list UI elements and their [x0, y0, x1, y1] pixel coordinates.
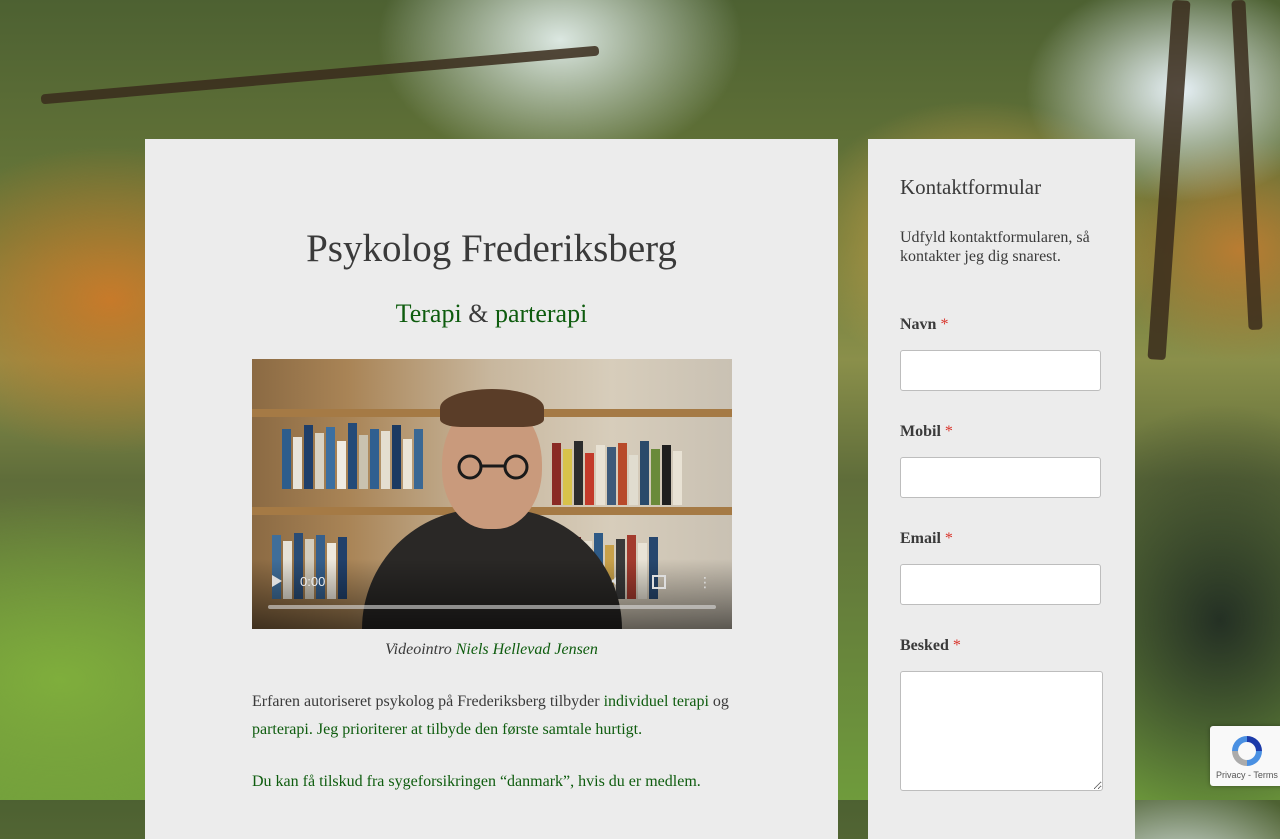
tagline-separator: & [461, 299, 495, 328]
background-tree-branch [40, 45, 600, 105]
name-field[interactable] [900, 350, 1101, 391]
intro-text: Erfaren autoriseret psykolog på Frederik… [252, 693, 604, 710]
fullscreen-icon[interactable] [652, 575, 666, 589]
mobile-field-label: Mobil * [900, 423, 953, 440]
recaptcha-badge[interactable]: Privacy - Terms [1210, 726, 1280, 786]
recaptcha-icon [1232, 736, 1262, 766]
insurance-paragraph: Du kan få tilskud fra sygeforsikringen “… [252, 768, 742, 796]
contact-form-intro: Udfyld kontaktformularen, så kontakter j… [900, 229, 1090, 265]
required-marker: * [944, 530, 953, 547]
link-first-session[interactable]: . Jeg prioriterer at tilbyde den første … [309, 721, 642, 738]
page-title: Psykolog Frederiksberg [306, 227, 677, 270]
intro-video-player[interactable]: 0:00 🔈︎ ⋮ [252, 359, 732, 629]
page-tagline: Terapi & parterapi [145, 299, 838, 329]
message-field[interactable] [900, 671, 1103, 791]
video-books [552, 435, 712, 505]
contact-sidebar: Kontaktformular Udfyld kontaktformularen… [868, 139, 1135, 839]
more-options-icon[interactable]: ⋮ [698, 575, 712, 591]
required-marker: * [940, 316, 949, 333]
video-person-glasses [457, 454, 529, 480]
contact-form-title: Kontaktformular [900, 175, 1042, 199]
tagline-link-parterapi[interactable]: parterapi [495, 299, 587, 328]
play-icon[interactable] [272, 575, 282, 587]
link-individuel-terapi[interactable]: individuel terapi [604, 693, 709, 710]
background-tree-trunk [1147, 0, 1191, 361]
video-time: 0:00 [300, 574, 326, 589]
required-marker: * [952, 637, 961, 654]
tagline-link-terapi[interactable]: Terapi [396, 299, 462, 328]
video-progress-bar[interactable] [268, 605, 716, 609]
video-caption-link[interactable]: Niels Hellevad Jensen [456, 641, 598, 658]
email-field[interactable] [900, 564, 1101, 605]
message-field-label: Besked * [900, 637, 961, 654]
email-field-label: Email * [900, 530, 953, 547]
video-caption: Videointro Niels Hellevad Jensen [145, 641, 838, 659]
recaptcha-terms[interactable]: Privacy - Terms [1216, 770, 1278, 780]
link-parterapi[interactable]: parterapi [252, 721, 309, 738]
name-field-label: Navn * [900, 316, 949, 333]
required-marker: * [944, 423, 953, 440]
volume-icon[interactable]: 🔈︎ [612, 573, 620, 589]
background-tree-trunk [1231, 0, 1263, 331]
intro-paragraph: Erfaren autoriseret psykolog på Frederik… [252, 688, 742, 744]
video-controls: 0:00 🔈︎ ⋮ [252, 559, 732, 629]
video-books [282, 419, 442, 489]
video-caption-prefix: Videointro [385, 641, 456, 658]
video-person-hair [440, 389, 544, 427]
mobile-field[interactable] [900, 457, 1101, 498]
main-content-card: Psykolog Frederiksberg Terapi & parterap… [145, 139, 838, 839]
link-sygeforsikringen[interactable]: Du kan få tilskud fra sygeforsikringen “… [252, 773, 701, 790]
intro-text: og [708, 693, 729, 710]
